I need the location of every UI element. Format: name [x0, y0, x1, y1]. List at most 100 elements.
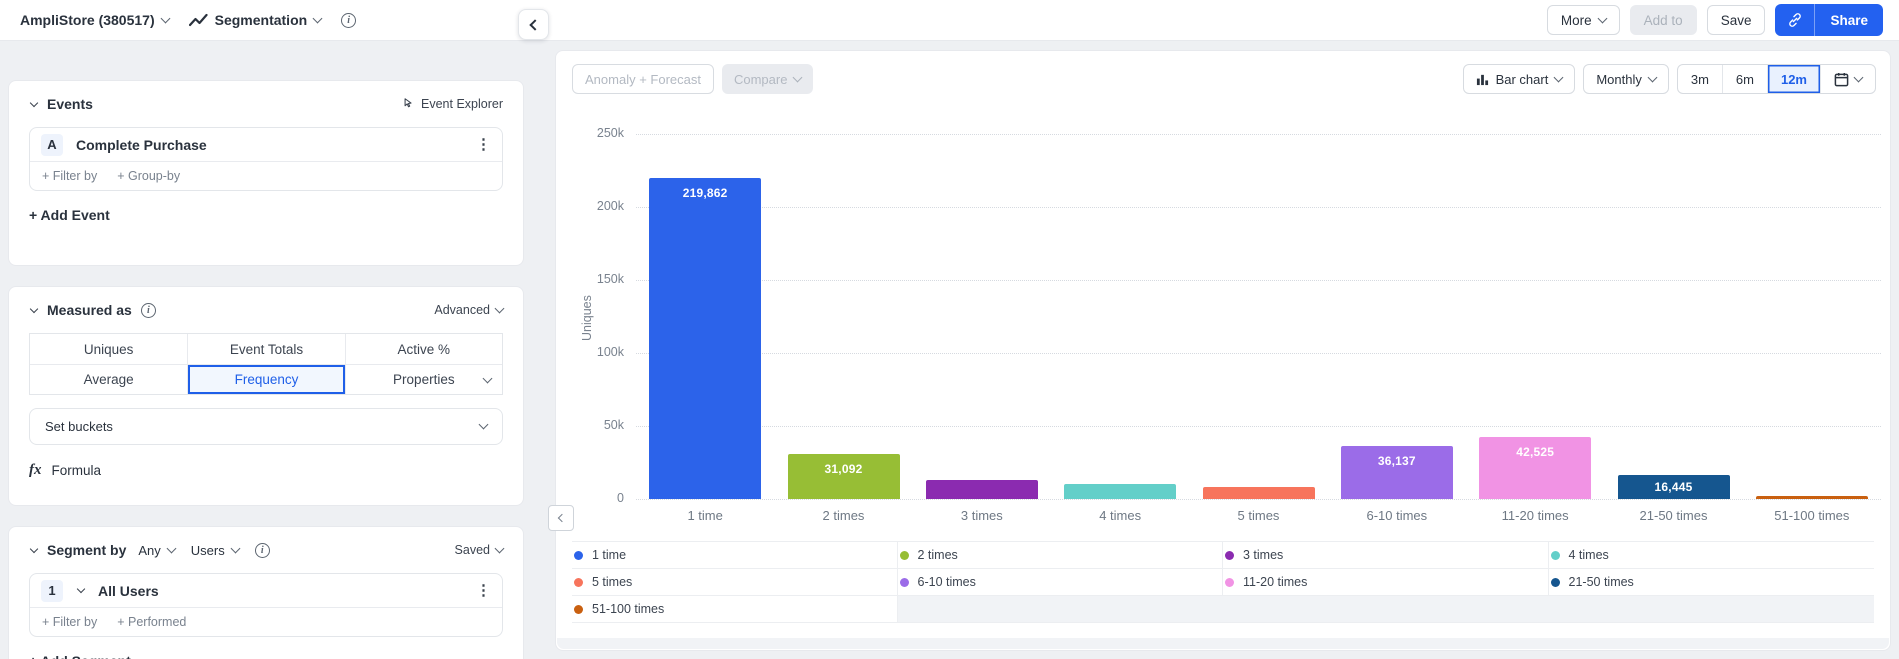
bar-5-times[interactable] — [1202, 487, 1315, 499]
legend-item-51-100-times[interactable]: 51-100 times — [572, 596, 898, 623]
info-icon[interactable]: i — [254, 542, 270, 558]
advanced-dropdown[interactable]: Advanced — [434, 303, 505, 317]
legend-item-4-times[interactable]: 4 times — [1548, 542, 1874, 569]
legend-item-5-times[interactable]: 5 times — [572, 569, 898, 596]
measure-cell-properties[interactable]: Properties — [344, 364, 502, 394]
interval-label: Monthly — [1596, 71, 1642, 87]
measure-label: Event Totals — [229, 341, 304, 357]
segment-users-dropdown[interactable]: Users — [191, 543, 241, 558]
top-bar-left: AmpliStore (380517) Segmentation i — [0, 12, 357, 28]
segment-performed-button[interactable]: + Performed — [117, 615, 186, 629]
bar-3-times[interactable] — [925, 480, 1038, 499]
advanced-label: Advanced — [434, 303, 490, 317]
segment-badge: 1 — [41, 579, 63, 602]
event-group-by-button[interactable]: + Group-by — [117, 169, 180, 183]
chevron-left-icon — [557, 513, 567, 523]
custom-date-button[interactable] — [1820, 65, 1875, 93]
chart-panel-collapse-button[interactable] — [548, 505, 574, 531]
chart-type-nav[interactable]: Segmentation — [188, 12, 323, 28]
legend-item-1-time[interactable]: 1 time — [572, 542, 898, 569]
collapse-section-icon[interactable] — [29, 544, 39, 553]
formula-label: Formula — [51, 463, 102, 478]
saved-dropdown[interactable]: Saved — [455, 543, 505, 557]
formula-button[interactable]: fx Formula — [29, 462, 503, 479]
panel-footer-scroll-track[interactable] — [557, 638, 1889, 649]
add-event-button[interactable]: + Add Event — [29, 207, 110, 223]
chevron-down-icon — [1853, 72, 1864, 82]
chart-type-dropdown[interactable]: Bar chart — [1462, 64, 1576, 94]
legend-item-11-20-times[interactable]: 11-20 times — [1223, 569, 1549, 596]
collapse-section-icon[interactable] — [29, 304, 39, 313]
bar-51-100-times[interactable] — [1755, 496, 1868, 499]
segment-name[interactable]: All Users — [98, 583, 159, 599]
add-to-button[interactable]: Add to — [1629, 5, 1697, 35]
gridline — [636, 426, 1881, 427]
legend-label: 51-100 times — [592, 602, 665, 616]
segment-filter-by-button[interactable]: + Filter by — [42, 615, 97, 629]
x-tick-label: 6-10 times — [1366, 508, 1428, 523]
collapse-section-icon[interactable] — [29, 98, 39, 107]
share-button[interactable]: Share — [1815, 4, 1883, 36]
compare-button[interactable]: Compare — [721, 64, 814, 94]
more-button[interactable]: More — [1546, 5, 1620, 35]
bar-6-10-times[interactable]: 36,137 — [1340, 446, 1453, 499]
chevron-down-icon — [482, 373, 493, 384]
link-icon — [1789, 13, 1801, 27]
save-button[interactable]: Save — [1706, 5, 1766, 35]
measure-cell-average[interactable]: Average — [30, 364, 188, 394]
info-icon[interactable]: i — [341, 12, 357, 28]
event-filter-by-button[interactable]: + Filter by — [42, 169, 97, 183]
range-6m[interactable]: 6m — [1721, 65, 1767, 93]
interval-dropdown[interactable]: Monthly — [1583, 64, 1669, 94]
legend-dot — [1225, 550, 1234, 560]
copy-link-button[interactable] — [1775, 4, 1816, 36]
event-name[interactable]: Complete Purchase — [76, 137, 207, 153]
measure-cell-event-totals[interactable]: Event Totals — [187, 334, 345, 364]
chevron-down-icon — [312, 13, 323, 23]
x-tick-label: 5 times — [1237, 508, 1280, 523]
legend-label: 11-20 times — [1243, 575, 1308, 589]
legend-item-6-10-times[interactable]: 6-10 times — [897, 569, 1223, 596]
bar-1-time[interactable]: 219,862 — [649, 178, 762, 499]
measure-cell-uniques[interactable]: Uniques — [30, 334, 188, 364]
segmentation-line-icon — [188, 13, 208, 26]
bar-21-50-times[interactable]: 16,445 — [1617, 475, 1730, 499]
chevron-left-icon — [529, 18, 541, 31]
segment-by-card: Segment by Any Users i Saved 1 All Users… — [8, 526, 524, 659]
sidebar-collapse-button[interactable] — [518, 9, 549, 40]
legend-item-21-50-times[interactable]: 21-50 times — [1548, 569, 1874, 596]
bar-2-times[interactable]: 31,092 — [787, 454, 900, 499]
measure-cell-active-pct[interactable]: Active % — [344, 334, 502, 364]
y-tick-label: 100k — [596, 345, 624, 359]
bar-4-times[interactable] — [1064, 484, 1177, 499]
anomaly-forecast-button[interactable]: Anomaly + Forecast — [572, 64, 714, 94]
range-12m[interactable]: 12m — [1766, 65, 1820, 93]
event-explorer-button[interactable]: Event Explorer — [401, 97, 503, 111]
legend-dot — [899, 577, 909, 587]
segment-any-dropdown[interactable]: Any — [138, 542, 177, 558]
add-segment-button[interactable]: + Add Segment — [29, 653, 131, 659]
bar-11-20-times[interactable]: 42,525 — [1479, 437, 1592, 499]
gridline — [636, 280, 1881, 281]
any-label: Any — [138, 542, 161, 558]
range-3m[interactable]: 3m — [1678, 65, 1722, 93]
left-sidebar: Events Event Explorer A Complete Purchas… — [0, 41, 533, 659]
legend-dot — [574, 577, 583, 587]
legend-item-2-times[interactable]: 2 times — [897, 542, 1223, 569]
event-menu-button[interactable]: ⋮ — [476, 137, 491, 152]
event-item: A Complete Purchase ⋮ + Filter by + Grou… — [29, 127, 503, 191]
bar-plot: 219,862 31,092 36,137 42,525 16,445 — [636, 134, 1881, 500]
events-card: Events Event Explorer A Complete Purchas… — [8, 80, 524, 266]
measure-cell-frequency[interactable]: Frequency — [187, 364, 345, 394]
chevron-down-icon — [494, 543, 505, 553]
set-buckets-dropdown[interactable]: Set buckets — [29, 408, 503, 445]
chevron-down-icon[interactable] — [76, 584, 86, 594]
legend-dot — [899, 550, 909, 560]
compare-label: Compare — [733, 71, 788, 87]
project-selector[interactable]: AmpliStore (380517) — [20, 12, 171, 28]
segment-menu-button[interactable]: ⋮ — [476, 583, 491, 598]
bar-value-label: 36,137 — [1377, 454, 1416, 468]
legend-item-3-times[interactable]: 3 times — [1223, 542, 1549, 569]
legend-dot — [574, 604, 583, 614]
info-icon[interactable]: i — [140, 302, 156, 318]
